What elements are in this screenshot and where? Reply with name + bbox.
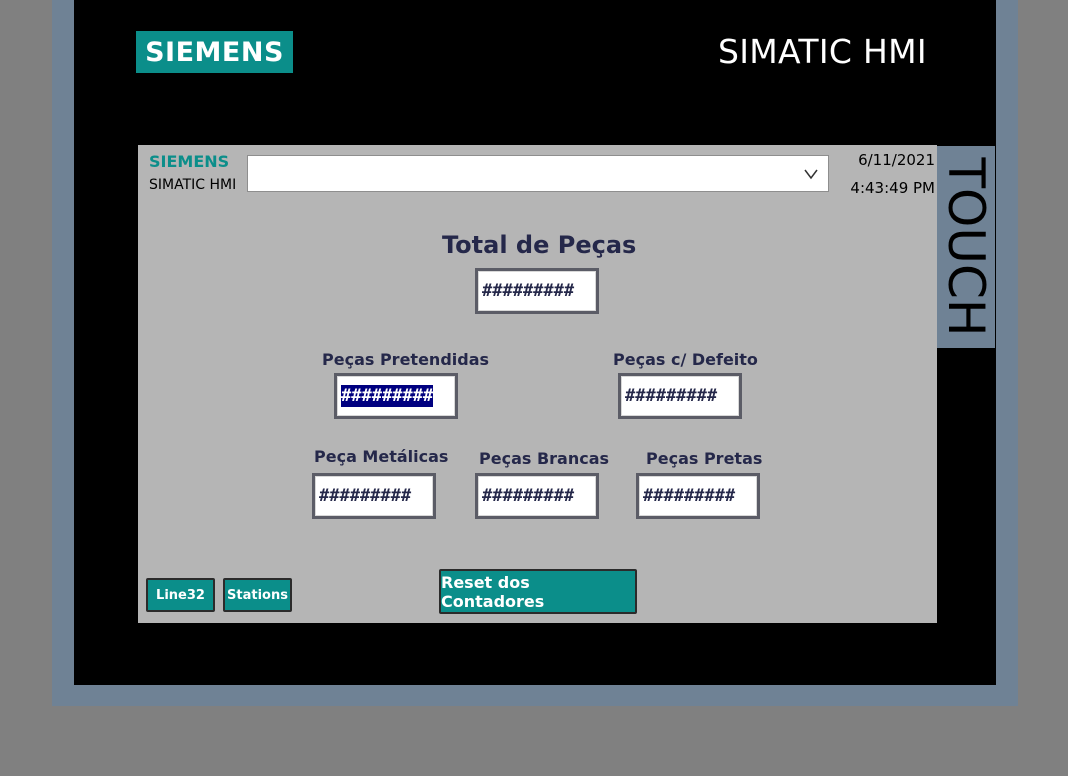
- pretendidas-value: #########: [341, 385, 434, 407]
- metalicas-value: #########: [319, 486, 412, 506]
- hmi-screen: SIEMENS SIMATIC HMI 6/11/2021 4:43:49 PM…: [138, 145, 937, 623]
- siemens-logo: SIEMENS: [136, 31, 293, 73]
- screen-subtitle: SIMATIC HMI: [149, 177, 237, 193]
- brancas-field[interactable]: #########: [475, 473, 599, 519]
- defeito-field[interactable]: #########: [618, 373, 742, 419]
- screen-selector-dropdown[interactable]: [247, 155, 829, 192]
- metalicas-field[interactable]: #########: [312, 473, 436, 519]
- pretas-value: #########: [643, 486, 736, 506]
- defeito-value: #########: [625, 386, 718, 406]
- chevron-down-icon[interactable]: [804, 168, 818, 180]
- touch-label: TOUCH: [937, 157, 995, 337]
- defeito-label: Peças c/ Defeito: [613, 350, 758, 369]
- line32-button[interactable]: Line32: [146, 578, 215, 612]
- bezel-model-title: SIMATIC HMI: [718, 32, 927, 71]
- screen-siemens-logo: SIEMENS: [149, 152, 230, 171]
- brancas-label: Peças Brancas: [479, 449, 610, 468]
- total-label: Total de Peças: [442, 231, 637, 259]
- time-display: 4:43:49 PM: [850, 179, 935, 197]
- stations-button[interactable]: Stations: [223, 578, 292, 612]
- brancas-value: #########: [482, 486, 575, 506]
- reset-counters-button[interactable]: Reset dos Contadores: [439, 569, 637, 614]
- pretas-label: Peças Pretas: [646, 449, 763, 468]
- pretendidas-field[interactable]: #########: [334, 373, 458, 419]
- total-value: #########: [482, 281, 575, 301]
- metalicas-label: Peça Metálicas: [314, 447, 449, 466]
- total-field[interactable]: #########: [475, 268, 599, 314]
- date-display: 6/11/2021: [858, 151, 935, 169]
- pretas-field[interactable]: #########: [636, 473, 760, 519]
- pretendidas-label: Peças Pretendidas: [322, 350, 490, 369]
